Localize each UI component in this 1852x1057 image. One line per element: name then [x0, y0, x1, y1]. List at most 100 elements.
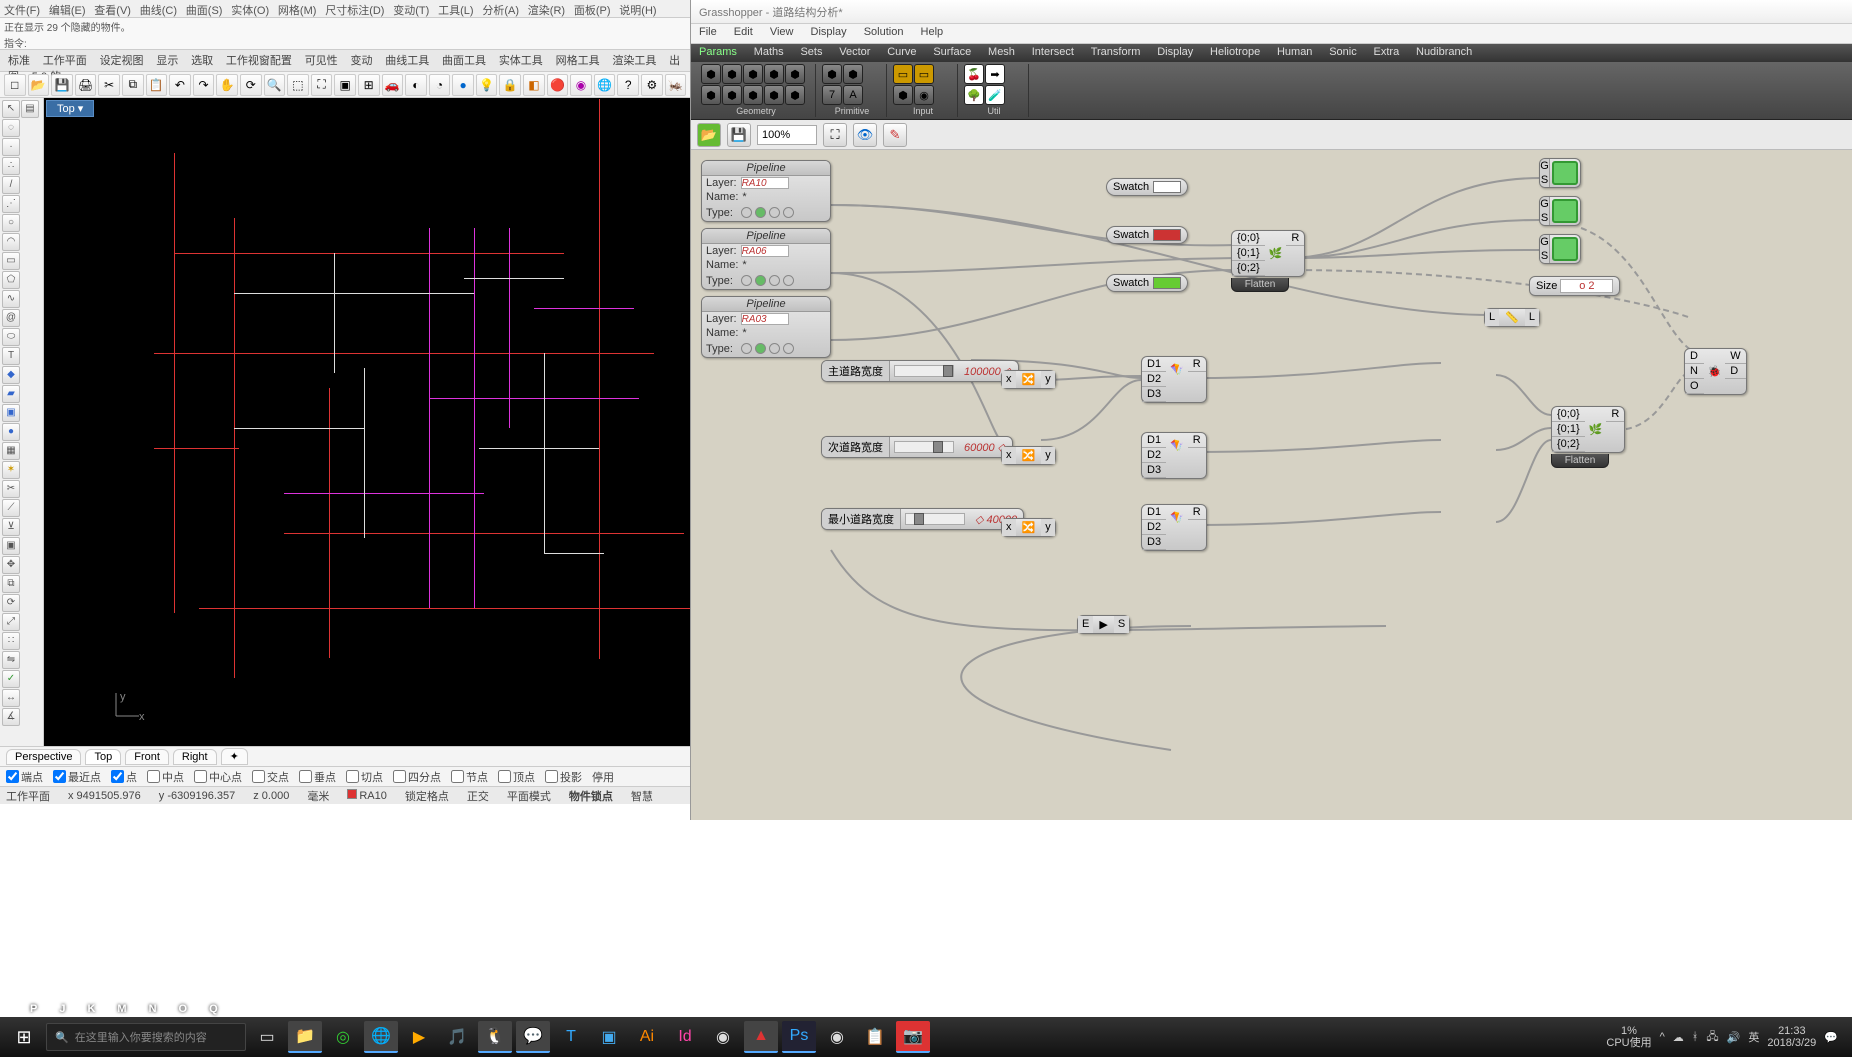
ellipse-icon[interactable]: ⬭: [2, 328, 20, 346]
undo-icon[interactable]: ↶: [169, 74, 191, 96]
hex-icon[interactable]: ⬢: [701, 85, 721, 105]
rhino-menu-item[interactable]: 变动(T): [393, 5, 429, 17]
hex-icon[interactable]: ⬢: [843, 64, 863, 84]
hex-icon[interactable]: ⬢: [785, 64, 805, 84]
tray-clock[interactable]: 21:332018/3/29: [1767, 1025, 1816, 1049]
gh-entwine-node[interactable]: {0;0}{0;1}{0;2} 🌿 R: [1231, 230, 1305, 277]
group-icon[interactable]: ▣: [2, 537, 20, 555]
rhino-toolbar-tabs[interactable]: 标准 工作平面 设定视图 显示 选取 工作视窗配置 可见性 变动 曲线工具 曲面…: [0, 50, 690, 72]
wechat-icon[interactable]: 💬: [516, 1021, 550, 1053]
text-a-icon[interactable]: A: [843, 85, 863, 105]
tray-ime[interactable]: 英: [1748, 1029, 1759, 1045]
type-dot-icon[interactable]: [783, 343, 794, 354]
osnap-disable[interactable]: 停用: [592, 769, 614, 785]
osnap-int[interactable]: 交点: [252, 769, 289, 785]
gh-xy-node[interactable]: x🔀y: [1001, 446, 1056, 465]
hex-icon[interactable]: ⬢: [743, 64, 763, 84]
osnap-cen[interactable]: 中心点: [194, 769, 242, 785]
zoom-extents-icon[interactable]: ⛶: [311, 74, 333, 96]
gh-menu-edit[interactable]: Edit: [734, 26, 753, 38]
rhino-menu-item[interactable]: 编辑(E): [49, 5, 86, 17]
view-tab-front[interactable]: Front: [125, 749, 169, 765]
spiral-icon[interactable]: @: [2, 309, 20, 327]
tray-notif-icon[interactable]: 💬: [1824, 1031, 1838, 1044]
gh-preview-node[interactable]: GS: [1539, 234, 1581, 264]
car-icon[interactable]: 🚗: [382, 74, 404, 96]
open-icon[interactable]: 📂: [28, 74, 50, 96]
view-tab-right[interactable]: Right: [173, 749, 217, 765]
check-icon[interactable]: ✓: [2, 670, 20, 688]
tray-up-icon[interactable]: ^: [1660, 1031, 1665, 1043]
windows-taskbar[interactable]: PJK MNOQ ⊞ 🔍 在这里输入你要搜索的内容 ▭ 📁 ◎ 🌐 ▶ 🎵 🐧 …: [0, 1017, 1852, 1057]
lock-icon[interactable]: 🔒: [499, 74, 521, 96]
id-icon[interactable]: Id: [668, 1021, 702, 1053]
gh-swatch-node[interactable]: Swatch: [1106, 226, 1188, 244]
pipeline-layer-input[interactable]: [741, 313, 789, 325]
gh-move-node[interactable]: D1D2D3🪁R: [1141, 504, 1207, 551]
panel-icon[interactable]: ▭: [914, 64, 934, 84]
360-icon[interactable]: ◎: [326, 1021, 360, 1053]
hex-icon[interactable]: ⬢: [822, 64, 842, 84]
status-grid[interactable]: 锁定格点: [405, 788, 449, 804]
type-dot-icon[interactable]: [769, 275, 780, 286]
app-icon[interactable]: ▣: [592, 1021, 626, 1053]
props-icon[interactable]: ◉: [570, 74, 592, 96]
trim-icon[interactable]: ✂: [2, 480, 20, 498]
zoom-in-icon[interactable]: 🔍: [264, 74, 286, 96]
hex-icon[interactable]: ⬢: [785, 85, 805, 105]
system-tray[interactable]: 1%CPU使用 ^ ☁ ᚼ 🖧 🔊 英 21:332018/3/29 💬: [1606, 1025, 1846, 1049]
2d-icon[interactable]: ▤: [21, 100, 39, 118]
status-layer[interactable]: RA10: [347, 789, 387, 802]
gh-titlebar[interactable]: Grasshopper - 道路结构分析*: [691, 0, 1852, 24]
gh-menu-display[interactable]: Display: [811, 26, 847, 38]
rhino-viewport-tabs[interactable]: Perspective Top Front Right ✦: [0, 746, 690, 766]
copy2-icon[interactable]: ⧉: [2, 575, 20, 593]
toggle-icon[interactable]: ⬢: [893, 85, 913, 105]
rhino-tab[interactable]: 变动: [350, 55, 372, 67]
zoom-extents-icon[interactable]: ⛶: [823, 123, 847, 147]
rhino-menu-item[interactable]: 渲染(R): [528, 5, 565, 17]
pipeline-layer-input[interactable]: [741, 245, 789, 257]
lasso-icon[interactable]: ◌: [2, 119, 20, 137]
gh-pipeline-node[interactable]: Pipeline Layer: Name:* Type:: [701, 160, 831, 222]
new-icon[interactable]: □: [4, 74, 26, 96]
rhino-menu-item[interactable]: 网格(M): [278, 5, 317, 17]
osnap-point[interactable]: 点: [111, 769, 137, 785]
rhino-top-viewport[interactable]: Top ▾: [44, 98, 690, 746]
osnap-near[interactable]: 最近点: [53, 769, 101, 785]
osnap-vert[interactable]: 顶点: [498, 769, 535, 785]
polygon-icon[interactable]: ⬠: [2, 271, 20, 289]
gh-cat[interactable]: Human: [1277, 46, 1312, 58]
type-dot-icon[interactable]: [769, 207, 780, 218]
knob-icon[interactable]: ◉: [914, 85, 934, 105]
type-dot-icon[interactable]: [755, 207, 766, 218]
rhino-menu-item[interactable]: 曲面(S): [186, 5, 223, 17]
rhino-tab[interactable]: 实体工具: [499, 55, 543, 67]
type-dot-icon[interactable]: [741, 207, 752, 218]
status-smart[interactable]: 智慧: [631, 788, 653, 804]
osnap-knot[interactable]: 节点: [451, 769, 488, 785]
type-dot-icon[interactable]: [769, 343, 780, 354]
cplane-icon[interactable]: ◐: [405, 74, 427, 96]
gh-cat-params[interactable]: Params: [699, 46, 737, 58]
rotate2-icon[interactable]: ⟳: [2, 594, 20, 612]
type-dot-icon[interactable]: [741, 343, 752, 354]
rhino-menu-item[interactable]: 曲线(C): [140, 5, 177, 17]
type-dot-icon[interactable]: [755, 343, 766, 354]
gh-preview-node[interactable]: GS: [1539, 196, 1581, 226]
tray-vol-icon[interactable]: 🔊: [1727, 1031, 1741, 1044]
loft-icon[interactable]: ▰: [2, 385, 20, 403]
shade-icon[interactable]: ◔: [429, 74, 451, 96]
curve-icon[interactable]: ∿: [2, 290, 20, 308]
gh-menu-help[interactable]: Help: [921, 26, 944, 38]
rhino-menu-item[interactable]: 尺寸标注(D): [325, 5, 384, 17]
line-icon[interactable]: /: [2, 176, 20, 194]
rhino-tab[interactable]: 选取: [191, 55, 213, 67]
sketch-icon[interactable]: ✎: [883, 123, 907, 147]
rhino-menu-item[interactable]: 实体(O): [231, 5, 269, 17]
rhino-tab[interactable]: 曲线工具: [385, 55, 429, 67]
sketchup-icon[interactable]: ▲: [744, 1021, 778, 1053]
type-dot-icon[interactable]: [783, 275, 794, 286]
gh-cat[interactable]: Transform: [1091, 46, 1141, 58]
rhino-tab[interactable]: 标准: [8, 55, 30, 67]
